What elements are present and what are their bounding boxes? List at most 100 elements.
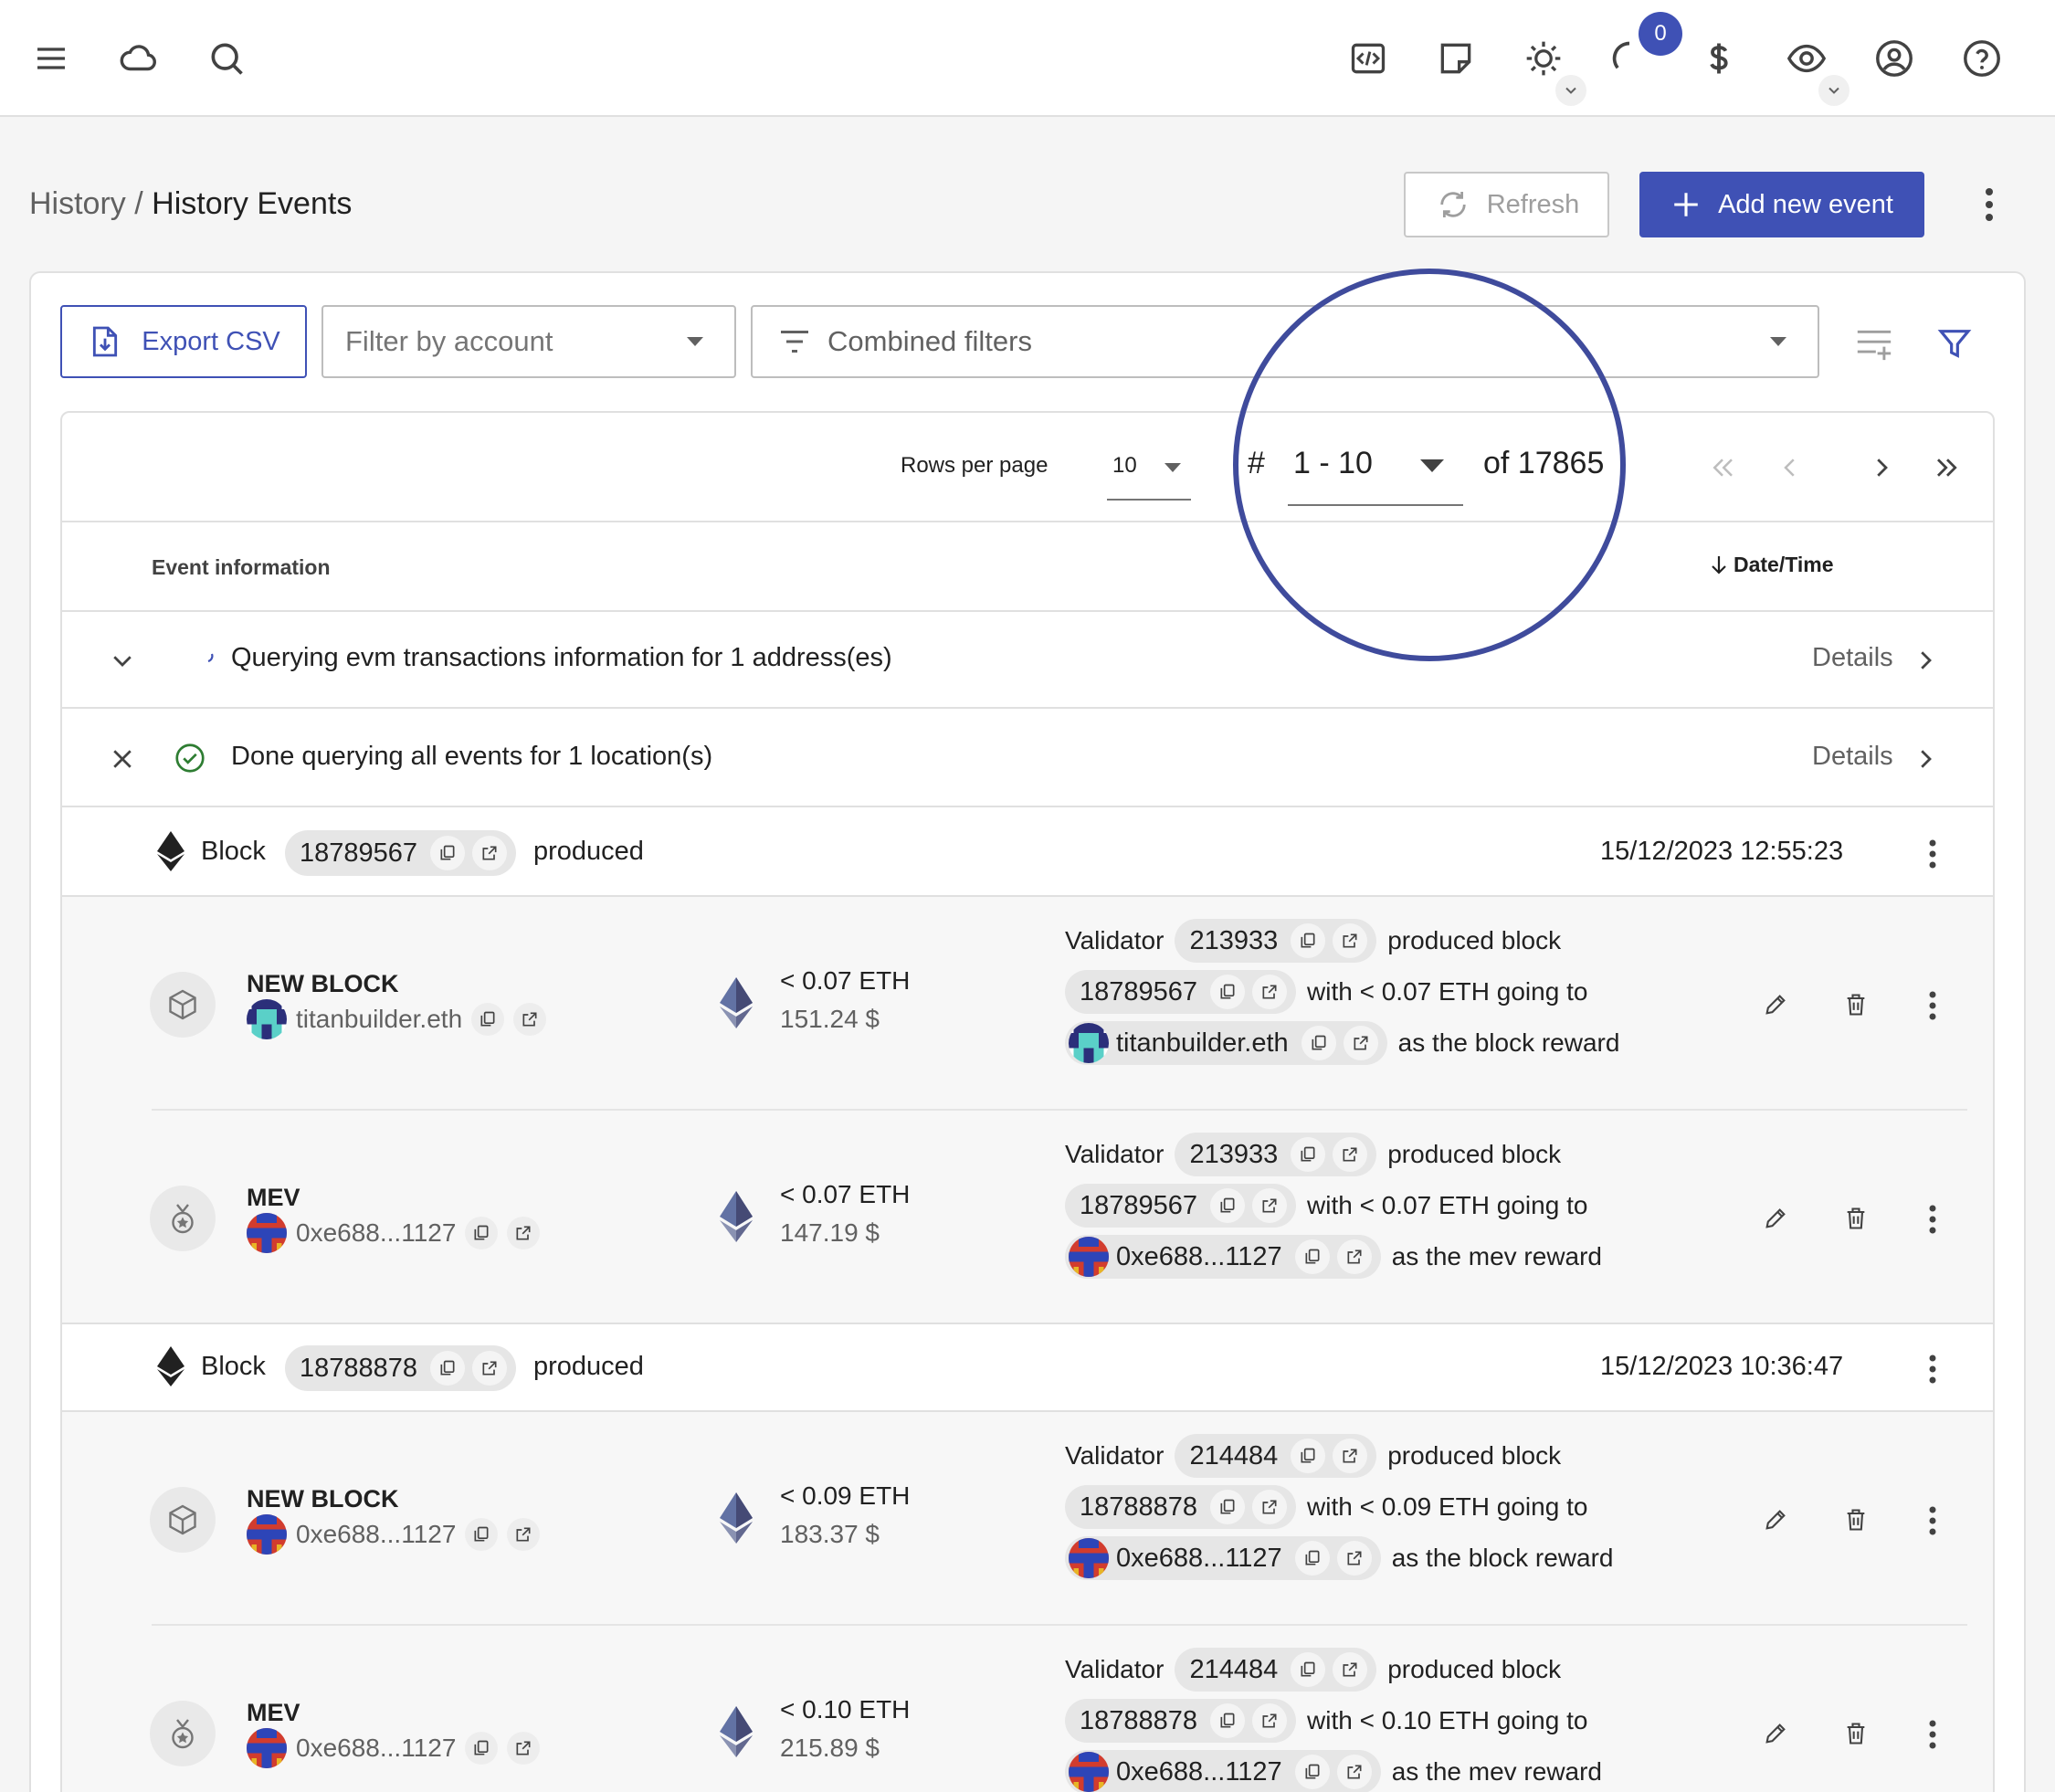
add-new-event-button[interactable]: Add new event [1639, 172, 1924, 237]
kebab-menu-icon[interactable] [1914, 831, 1951, 877]
copy-icon[interactable] [1210, 975, 1246, 1009]
external-link-icon[interactable] [1336, 1755, 1372, 1789]
help-icon[interactable] [1953, 29, 2011, 88]
external-link-icon[interactable] [1343, 1026, 1378, 1060]
event-account: 0xe688...1127 [247, 1728, 541, 1768]
details-link[interactable]: Details [1812, 643, 1893, 673]
edit-pencil-icon[interactable] [1754, 1196, 1797, 1240]
next-page-icon[interactable] [1861, 448, 1902, 488]
close-icon[interactable] [104, 736, 141, 782]
kebab-menu-icon[interactable] [1914, 1712, 1951, 1757]
currency-icon[interactable] [1690, 29, 1748, 88]
edit-pencil-icon[interactable] [1754, 983, 1797, 1027]
export-csv-button[interactable]: Export CSV [60, 305, 307, 378]
previous-page-icon[interactable] [1770, 448, 1810, 488]
event-type: MEV [247, 1184, 300, 1211]
event-description-line: 0xe688...1127 as the block reward [1065, 1536, 1613, 1580]
copy-icon[interactable] [1291, 923, 1326, 958]
event-description-line: Validator 213933 produced block [1065, 919, 1561, 963]
event-value: 183.37 $ [780, 1520, 880, 1548]
external-link-icon[interactable] [1336, 1541, 1372, 1576]
filter-funnel-icon[interactable] [1929, 318, 1980, 369]
external-link-icon[interactable] [507, 1732, 541, 1765]
external-link-icon[interactable] [1336, 1239, 1372, 1274]
edit-pencil-icon[interactable] [1754, 1712, 1797, 1755]
validator-index: 214484 [1189, 1654, 1279, 1684]
delete-trash-icon[interactable] [1834, 983, 1878, 1027]
external-link-icon[interactable] [513, 1003, 547, 1036]
copy-icon[interactable] [465, 1732, 499, 1765]
kebab-menu-icon[interactable] [1914, 983, 1951, 1028]
external-link-icon[interactable] [1333, 923, 1368, 958]
copy-icon[interactable] [465, 1518, 499, 1551]
customize-columns-icon[interactable] [1849, 318, 1900, 369]
page-range-select[interactable]: 1 - 10 [1288, 440, 1463, 506]
details-link[interactable]: Details [1812, 742, 1893, 772]
external-link-icon[interactable] [507, 1518, 541, 1551]
copy-icon[interactable] [471, 1003, 505, 1036]
external-link-icon[interactable] [1252, 1490, 1288, 1524]
block-number-chip: 18788878 [285, 1345, 517, 1391]
block-number: 18788878 [300, 1353, 418, 1383]
code-icon[interactable] [1339, 29, 1397, 88]
external-link-icon[interactable] [1252, 975, 1288, 1009]
breadcrumb-current: History Events [152, 186, 353, 221]
note-icon[interactable] [1427, 29, 1485, 88]
account-icon[interactable] [1865, 29, 1923, 88]
avatar [247, 999, 287, 1039]
chevron-down-icon[interactable] [104, 638, 141, 683]
chevron-right-icon[interactable] [1907, 638, 1944, 683]
external-link-icon[interactable] [1333, 1652, 1368, 1687]
copy-icon[interactable] [1291, 1652, 1326, 1687]
privacy-menu-chevron-icon[interactable] [1818, 75, 1850, 106]
copy-icon[interactable] [1291, 1439, 1326, 1473]
copy-icon[interactable] [430, 836, 466, 870]
breadcrumb-parent[interactable]: History [29, 186, 126, 221]
delete-trash-icon[interactable] [1834, 1712, 1878, 1755]
refresh-icon [1434, 185, 1472, 224]
recipient-name: titanbuilder.eth [1116, 1028, 1289, 1058]
combined-filters-input[interactable]: Combined filters [751, 305, 1819, 378]
copy-icon[interactable] [1291, 1137, 1326, 1172]
last-page-icon[interactable] [1927, 448, 1967, 488]
refresh-button[interactable]: Refresh [1404, 172, 1609, 237]
menu-icon[interactable] [22, 29, 80, 88]
external-link-icon[interactable] [1333, 1439, 1368, 1473]
copy-icon[interactable] [1210, 1490, 1246, 1524]
copy-icon[interactable] [1210, 1703, 1246, 1738]
external-link-icon[interactable] [1252, 1188, 1288, 1223]
kebab-menu-icon[interactable] [1914, 1346, 1951, 1392]
copy-icon[interactable] [430, 1351, 466, 1386]
external-link-icon[interactable] [472, 836, 508, 870]
page-hash-label: # [1248, 446, 1265, 480]
block-number: 18789567 [1080, 976, 1198, 1007]
delete-trash-icon[interactable] [1834, 1498, 1878, 1542]
copy-icon[interactable] [1301, 1026, 1336, 1060]
theme-menu-chevron-icon[interactable] [1555, 75, 1586, 106]
external-link-icon[interactable] [507, 1217, 541, 1249]
copy-icon[interactable] [1294, 1541, 1330, 1576]
copy-icon[interactable] [465, 1217, 499, 1249]
reward-text: as the mev reward [1391, 1242, 1603, 1270]
external-link-icon[interactable] [1333, 1137, 1368, 1172]
external-link-icon[interactable] [472, 1351, 508, 1386]
kebab-menu-icon[interactable] [1914, 1196, 1951, 1242]
external-link-icon[interactable] [1252, 1703, 1288, 1738]
delete-trash-icon[interactable] [1834, 1196, 1878, 1240]
rows-per-page-select[interactable]: 10 [1107, 446, 1191, 501]
more-options-icon[interactable] [1969, 179, 2009, 230]
copy-icon[interactable] [1210, 1188, 1246, 1223]
kebab-menu-icon[interactable] [1914, 1498, 1951, 1544]
first-page-icon[interactable] [1702, 448, 1743, 488]
chevron-right-icon[interactable] [1907, 736, 1944, 782]
filter-by-account-select[interactable]: Filter by account [321, 305, 736, 378]
edit-pencil-icon[interactable] [1754, 1498, 1797, 1542]
event-value: 215.89 $ [780, 1734, 880, 1762]
column-header-datetime[interactable]: Date/Time [1708, 552, 1834, 577]
app-bar: 0 [0, 0, 2055, 117]
copy-icon[interactable] [1294, 1755, 1330, 1789]
cloud-icon[interactable] [110, 29, 168, 88]
search-icon[interactable] [197, 29, 256, 88]
copy-icon[interactable] [1294, 1239, 1330, 1274]
with-text: with < 0.07 ETH going to [1307, 1191, 1588, 1219]
